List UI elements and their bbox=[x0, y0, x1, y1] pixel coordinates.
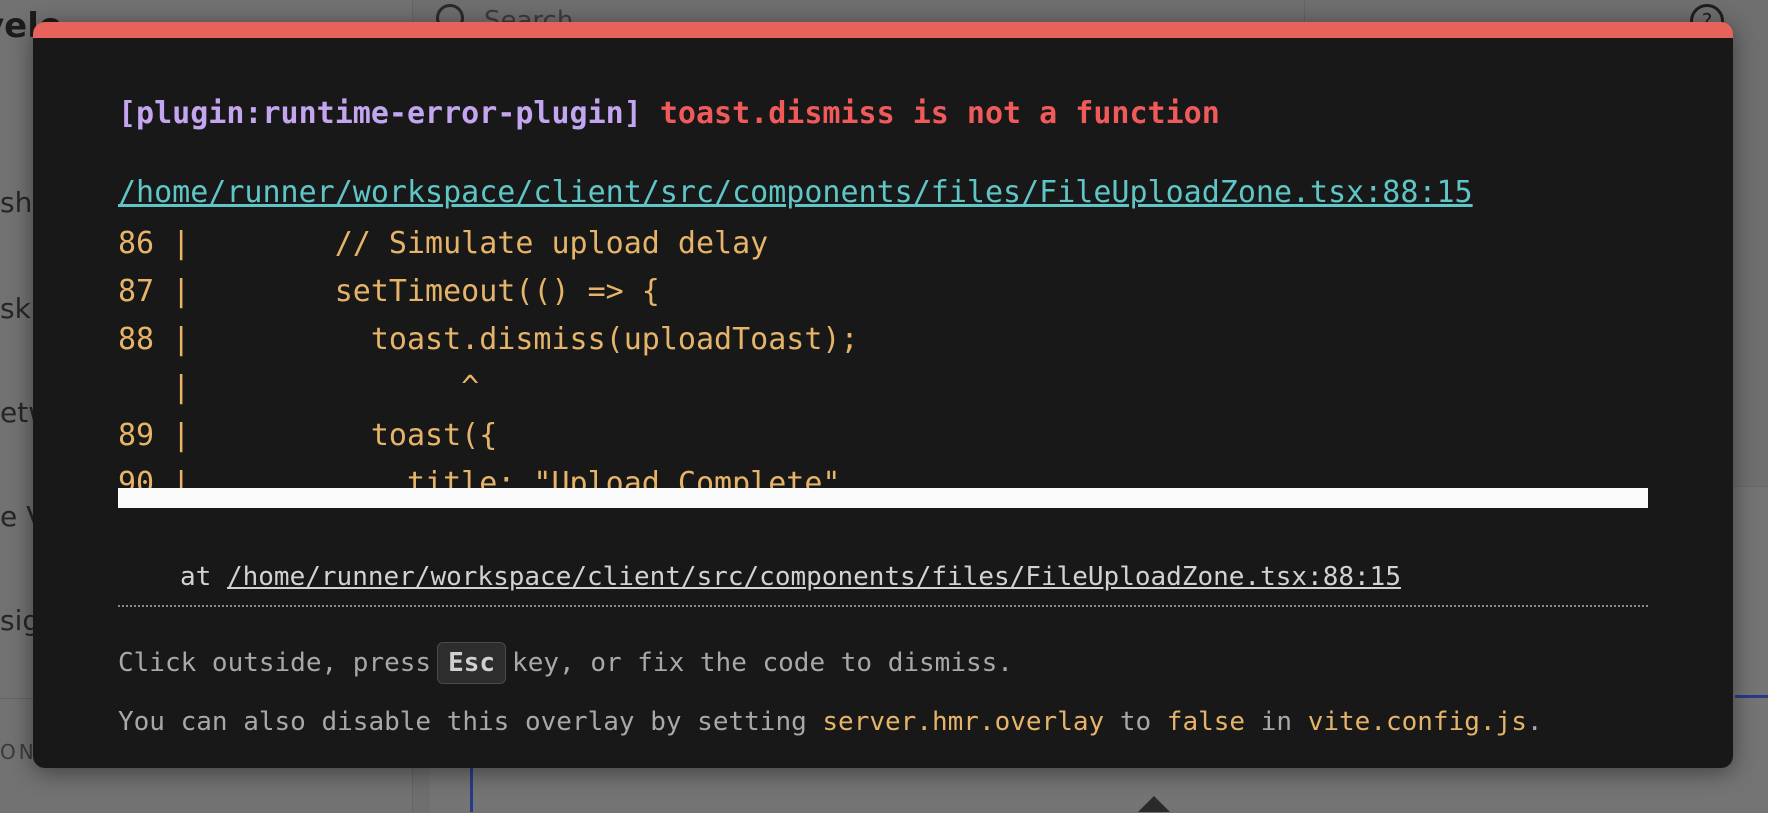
config-file-code: vite.config.js bbox=[1307, 707, 1527, 737]
dismiss-tip: Click outside, press Esc key, or fix the c… bbox=[118, 642, 1013, 684]
esc-key-badge: Esc bbox=[437, 642, 507, 684]
background-section-label: ON bbox=[0, 740, 37, 764]
stack-file-link[interactable]: /home/runner/workspace/client/src/compon… bbox=[227, 562, 1401, 592]
disable-tip-text: . bbox=[1526, 707, 1543, 737]
tip-divider bbox=[118, 605, 1648, 607]
code-frame-pointer: | ^ bbox=[118, 370, 480, 405]
error-file-link[interactable]: /home/runner/workspace/client/src/compon… bbox=[118, 173, 1473, 213]
dismiss-tip-text: key, or fix the code to dismiss. bbox=[512, 648, 1013, 678]
stack-trace: at /home/runner/workspace/client/src/com… bbox=[180, 560, 1401, 594]
error-plugin-label: [plugin:runtime-error-plugin] bbox=[118, 96, 642, 131]
dismiss-tip-text: Click outside, press bbox=[118, 648, 432, 678]
error-message-text: toast.dismiss is not a function bbox=[659, 96, 1220, 131]
config-key-code: server.hmr.overlay bbox=[822, 707, 1105, 737]
error-message: [plugin:runtime-error-plugin] toast.dism… bbox=[118, 94, 1220, 134]
code-frame-line: 87 | setTimeout(() => { bbox=[118, 274, 660, 309]
stack-prefix: at bbox=[180, 562, 212, 592]
disable-overlay-tip: You can also disable this overlay by set… bbox=[118, 704, 1543, 740]
code-frame-line: 88 | toast.dismiss(uploadToast); bbox=[118, 322, 859, 357]
background-nav-item: sh bbox=[0, 186, 33, 219]
config-value-code: false bbox=[1166, 707, 1246, 737]
code-frame: 86 | // Simulate upload delay 87 | setTi… bbox=[118, 220, 859, 508]
code-frame-line: 89 | toast({ bbox=[118, 418, 498, 453]
disable-tip-text: to bbox=[1119, 707, 1152, 737]
error-overlay[interactable]: [plugin:runtime-error-plugin] toast.dism… bbox=[33, 22, 1733, 768]
background-nav-item: sk bbox=[0, 292, 31, 325]
disable-tip-text: in bbox=[1260, 707, 1293, 737]
background-accent-line bbox=[1735, 695, 1768, 698]
code-frame-scrollbar[interactable] bbox=[118, 488, 1648, 508]
code-frame-line: 86 | // Simulate upload delay bbox=[118, 226, 769, 261]
disable-tip-text: You can also disable this overlay by set… bbox=[118, 707, 807, 737]
background-caret-icon bbox=[1138, 796, 1170, 812]
